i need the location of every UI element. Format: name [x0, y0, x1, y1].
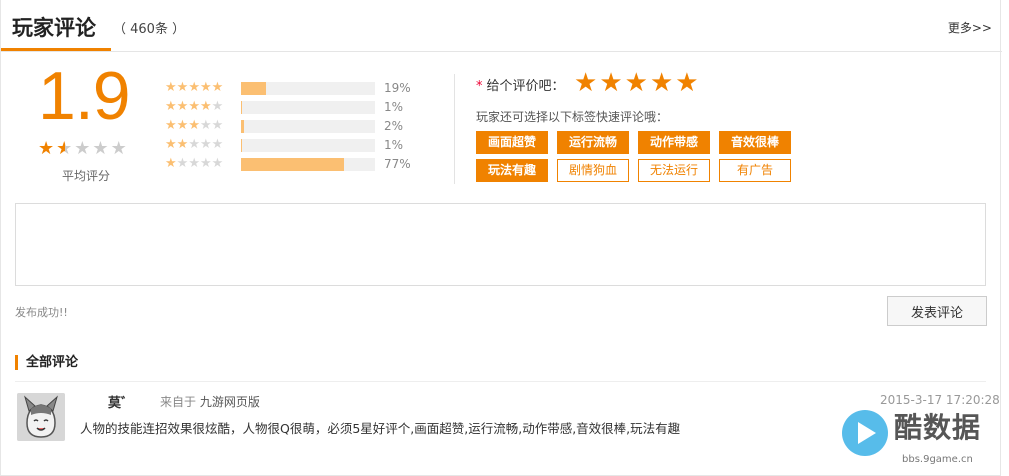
source-prefix: 来自于: [160, 395, 197, 409]
distribution-row: ★★★★★ 2%: [165, 118, 425, 137]
star-icon: ★: [211, 80, 224, 95]
review-count: （ 460条 ）: [113, 22, 186, 37]
star-icon: ★: [188, 118, 200, 133]
distribution-bar-track: [241, 101, 375, 114]
star-icon: ★: [199, 156, 212, 171]
required-mark: *: [476, 79, 483, 94]
distribution-stars: ★★★★★: [165, 156, 223, 172]
star-icon: ★: [56, 138, 75, 159]
distribution-stars: ★★★★★: [165, 80, 223, 96]
star-icon: ★: [38, 138, 57, 159]
source-app: 九游网页版: [199, 395, 260, 409]
avatar[interactable]: [17, 393, 65, 441]
quick-tag[interactable]: 剧情狗血: [557, 159, 629, 182]
vertical-divider: [454, 74, 455, 184]
distribution-bar-fill: [241, 101, 243, 114]
star-icon: ★: [188, 137, 200, 152]
distribution-percent: 77%: [384, 157, 411, 171]
star-icon: ★: [176, 80, 189, 95]
distribution-stars: ★★★★★: [165, 137, 223, 153]
star-icon: ★: [176, 118, 189, 133]
tag-hint: 玩家还可选择以下标签快速评论哦：: [476, 110, 669, 124]
rating-distribution: ★★★★★ 19% ★★★★★ 1% ★★★★★ 2% ★★★★★ 1% ★★★★★ 77%: [165, 80, 425, 175]
distribution-bar-track: [241, 158, 375, 171]
site-watermark: 酷数据 bbs.9game.cn: [840, 404, 1000, 470]
section-divider: [15, 381, 986, 382]
distribution-row: ★★★★★ 1%: [165, 99, 425, 118]
rate-label: * 给个评价吧：: [476, 75, 565, 94]
distribution-stars: ★★★★★: [165, 118, 223, 134]
star-icon: ★: [211, 137, 224, 152]
star-icon: ★: [199, 118, 212, 133]
distribution-bar-fill: [241, 158, 345, 171]
distribution-bar-fill: [241, 139, 243, 152]
quick-tag[interactable]: 有广告: [719, 159, 791, 182]
watermark-text: 酷数据: [894, 411, 982, 444]
star-icon: ★: [74, 138, 93, 159]
star-icon: ★: [199, 80, 212, 95]
rate-star-icon[interactable]: ★: [599, 68, 624, 98]
comment-username[interactable]: 莫゛: [108, 392, 134, 411]
distribution-percent: 1%: [384, 100, 404, 114]
distribution-bar-track: [241, 82, 375, 95]
comment-text: 人物的技能连招效果很炫酷，人物很Q很萌，必须5星好评个,画面超赞,运行流畅,动作…: [80, 421, 681, 436]
star-icon: ★: [188, 80, 200, 95]
title-underline: [1, 48, 111, 51]
star-icon: ★: [199, 99, 212, 114]
distribution-row: ★★★★★ 77%: [165, 156, 425, 175]
star-icon: ★: [176, 137, 189, 152]
distribution-stars: ★★★★★: [165, 99, 223, 115]
average-score-label: 平均评分: [62, 169, 111, 183]
star-icon: ★: [211, 99, 224, 114]
distribution-bar-track: [241, 139, 375, 152]
star-icon: ★: [165, 137, 177, 152]
panel-header: 玩家评论 （ 460条 ） 更多>>: [1, 0, 1002, 52]
star-icon: ★: [165, 156, 177, 171]
comment-textarea[interactable]: [15, 203, 986, 286]
status-message: 发布成功!!: [15, 306, 68, 319]
star-icon: ★: [165, 99, 177, 114]
distribution-bar-fill: [241, 82, 267, 95]
distribution-percent: 19%: [384, 81, 411, 95]
rate-star-icon[interactable]: ★: [574, 68, 599, 98]
rate-star-icon[interactable]: ★: [625, 68, 650, 98]
star-icon: ★: [165, 118, 177, 133]
all-comments-title: 全部评论: [15, 355, 78, 370]
rate-label-text: 给个评价吧：: [486, 79, 565, 94]
distribution-bar-fill: [241, 120, 244, 133]
distribution-bar-track: [241, 120, 375, 133]
distribution-row: ★★★★★ 1%: [165, 137, 425, 156]
quick-tag[interactable]: 动作带感: [638, 131, 710, 154]
star-icon: ★: [199, 137, 212, 152]
quick-tag[interactable]: 画面超赞: [476, 131, 548, 154]
star-icon: ★: [92, 138, 111, 159]
star-icon: ★: [188, 156, 200, 171]
distribution-percent: 1%: [384, 138, 404, 152]
quick-tag[interactable]: 玩法有趣: [476, 159, 548, 182]
star-icon: ★: [188, 99, 200, 114]
star-icon: ★: [165, 80, 177, 95]
more-link[interactable]: 更多>>: [948, 19, 992, 36]
average-score-stars: ★★★★★: [38, 138, 129, 159]
quick-tag[interactable]: 运行流畅: [557, 131, 629, 154]
star-icon: ★: [176, 156, 189, 171]
star-icon: ★: [211, 118, 224, 133]
star-icon: ★: [176, 99, 189, 114]
rate-star-icon[interactable]: ★: [650, 68, 675, 98]
quick-tag[interactable]: 音效很棒: [719, 131, 791, 154]
distribution-row: ★★★★★ 19%: [165, 80, 425, 99]
quick-tag[interactable]: 无法运行: [638, 159, 710, 182]
average-score: 1.9: [38, 58, 131, 134]
publish-comment-button[interactable]: 发表评论: [887, 296, 987, 326]
star-icon: ★: [211, 156, 224, 171]
rate-star-icon[interactable]: ★: [675, 68, 700, 98]
rate-stars-input[interactable]: ★★★★★: [574, 68, 701, 98]
distribution-percent: 2%: [384, 119, 404, 133]
watermark-logo-icon: [842, 410, 888, 456]
star-icon: ★: [110, 138, 129, 159]
page-title: 玩家评论: [12, 16, 96, 40]
comment-source: 来自于 九游网页版: [160, 393, 260, 410]
watermark-url: bbs.9game.cn: [902, 454, 973, 465]
